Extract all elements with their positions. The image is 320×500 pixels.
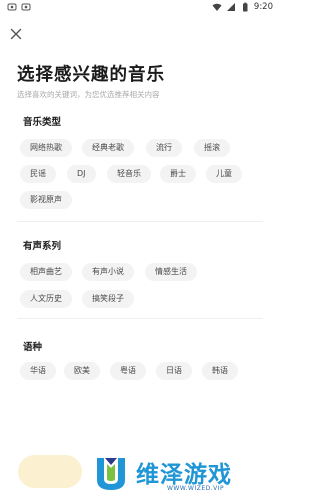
chip-audio-series[interactable]: 有声小说 [82,263,134,281]
notification-icon [7,3,17,11]
chip-music-type[interactable]: 民谣 [20,165,56,183]
watermark-url: WWW.WIZED.VIP [167,485,225,492]
chip-music-type[interactable]: 爵士 [160,165,196,183]
wifi-icon [212,3,222,11]
chip-music-type[interactable]: 儿童 [206,165,242,183]
battery-icon [242,2,248,12]
status-right: 9:20 [212,2,273,12]
chip-music-type[interactable]: 经典老歌 [82,139,134,157]
confirm-button[interactable] [18,455,82,488]
notification-icon [21,3,31,11]
page-title: 选择感兴趣的音乐 [17,65,165,85]
signal-icon [226,3,235,11]
status-left-icons [7,2,31,12]
section-title-music-type: 音乐类型 [23,117,62,128]
chip-language[interactable]: 欧美 [64,362,100,380]
watermark-logo-icon [97,458,125,490]
status-bar: 9:20 [0,0,281,16]
chip-music-type[interactable]: 摇滚 [194,139,230,157]
chip-music-type[interactable]: 影视原声 [20,191,72,209]
chip-audio-series[interactable]: 人文历史 [20,290,72,308]
page-subtitle: 选择喜欢的关键词，为您优选推荐相关内容 [17,90,160,99]
chip-audio-series[interactable]: 相声曲艺 [20,263,72,281]
chip-audio-series[interactable]: 搞笑段子 [82,290,134,308]
chip-language[interactable]: 日语 [156,362,192,380]
watermark: 维泽游戏 WWW.WIZED.VIP [91,454,277,496]
chip-language[interactable]: 韩语 [202,362,238,380]
close-icon [10,28,22,40]
chip-music-type[interactable]: DJ [67,165,96,183]
chip-audio-series[interactable]: 情感生活 [145,263,197,281]
section-title-language: 语种 [23,342,43,353]
chip-language[interactable]: 华语 [20,362,56,380]
close-button[interactable] [8,26,24,42]
chip-music-type[interactable]: 网络热歌 [20,139,72,157]
chip-music-type[interactable]: 轻音乐 [107,165,151,183]
section-title-audio-series: 有声系列 [23,241,62,252]
divider [17,318,263,319]
chip-language[interactable]: 粤语 [110,362,146,380]
divider [17,221,263,222]
chip-music-type[interactable]: 流行 [146,139,182,157]
status-time: 9:20 [253,2,273,12]
watermark-text: 维泽游戏 [136,462,232,488]
